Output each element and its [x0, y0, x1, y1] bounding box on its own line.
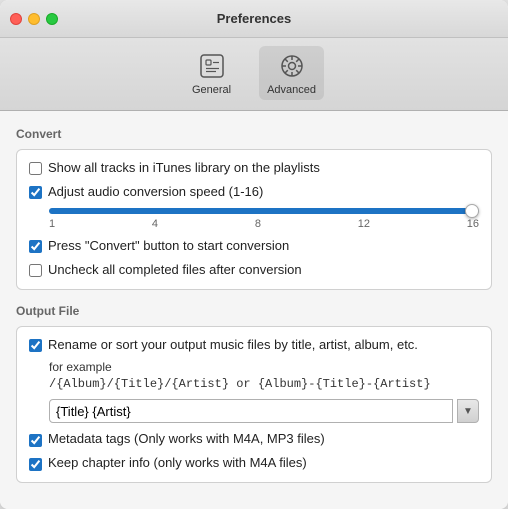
press-convert-label: Press "Convert" button to start conversi… [48, 238, 289, 255]
uncheck-completed-row: Uncheck all completed files after conver… [29, 262, 479, 279]
slider-thumb[interactable] [465, 204, 479, 218]
show-all-tracks-checkbox[interactable] [29, 162, 42, 175]
slider-labels: 1 4 8 12 16 [49, 218, 479, 230]
output-section-title: Output File [16, 304, 492, 318]
titlebar: Preferences [0, 0, 508, 38]
show-all-tracks-label: Show all tracks in iTunes library on the… [48, 160, 320, 177]
keep-chapter-row: Keep chapter info (only works with M4A f… [29, 455, 479, 472]
toolbar-item-general[interactable]: General [184, 46, 239, 100]
keep-chapter-checkbox[interactable] [29, 458, 42, 471]
rename-sort-row: Rename or sort your output music files b… [29, 337, 479, 354]
press-convert-row: Press "Convert" button to start conversi… [29, 238, 479, 255]
metadata-tags-checkbox[interactable] [29, 434, 42, 447]
toolbar: General Advanced [0, 38, 508, 111]
format-input-row: ▼ [49, 399, 479, 423]
close-button[interactable] [10, 13, 22, 25]
speed-slider-container: 1 4 8 12 16 [49, 208, 479, 230]
window-title: Preferences [217, 11, 291, 26]
output-section-box: Rename or sort your output music files b… [16, 326, 492, 484]
general-label: General [192, 84, 231, 96]
slider-label-4: 4 [152, 218, 158, 230]
advanced-label: Advanced [267, 84, 316, 96]
advanced-icon [276, 50, 308, 82]
convert-section-box: Show all tracks in iTunes library on the… [16, 149, 492, 290]
adjust-audio-label: Adjust audio conversion speed (1-16) [48, 184, 263, 201]
preferences-window: Preferences General [0, 0, 508, 509]
toolbar-item-advanced[interactable]: Advanced [259, 46, 324, 100]
show-all-tracks-row: Show all tracks in iTunes library on the… [29, 160, 479, 177]
slider-label-12: 12 [358, 218, 370, 230]
slider-label-8: 8 [255, 218, 261, 230]
format-dropdown-button[interactable]: ▼ [457, 399, 479, 423]
example-code: /{Album}/{Title}/{Artist} or {Album}-{Ti… [49, 377, 479, 391]
slider-track [49, 208, 479, 214]
rename-sort-checkbox[interactable] [29, 339, 42, 352]
adjust-audio-row: Adjust audio conversion speed (1-16) [29, 184, 479, 201]
content-area: Convert Show all tracks in iTunes librar… [0, 111, 508, 509]
example-label: for example [49, 360, 479, 374]
convert-section-title: Convert [16, 127, 492, 141]
uncheck-completed-checkbox[interactable] [29, 264, 42, 277]
maximize-button[interactable] [46, 13, 58, 25]
uncheck-completed-label: Uncheck all completed files after conver… [48, 262, 302, 279]
metadata-tags-row: Metadata tags (Only works with M4A, MP3 … [29, 431, 479, 448]
rename-sort-label: Rename or sort your output music files b… [48, 337, 418, 354]
metadata-tags-label: Metadata tags (Only works with M4A, MP3 … [48, 431, 325, 448]
general-icon [196, 50, 228, 82]
press-convert-checkbox[interactable] [29, 240, 42, 253]
format-text-input[interactable] [49, 399, 453, 423]
slider-label-16: 16 [467, 218, 479, 230]
slider-label-1: 1 [49, 218, 55, 230]
adjust-audio-checkbox[interactable] [29, 186, 42, 199]
slider-fill [49, 208, 479, 214]
keep-chapter-label: Keep chapter info (only works with M4A f… [48, 455, 307, 472]
minimize-button[interactable] [28, 13, 40, 25]
traffic-lights [10, 13, 58, 25]
